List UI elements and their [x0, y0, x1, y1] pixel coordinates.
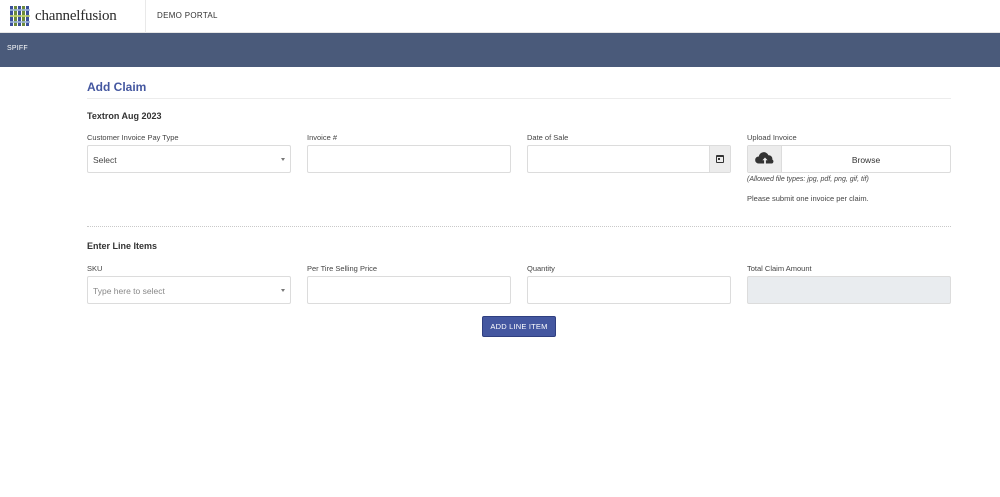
quantity-input[interactable]	[527, 276, 731, 304]
title-divider	[87, 98, 951, 99]
brand-logo-icon	[9, 5, 31, 27]
page-title: Add Claim	[87, 80, 147, 94]
allowed-file-types: (Allowed file types: jpg, pdf, png, gif,…	[747, 176, 869, 183]
total-claim-label: Total Claim Amount	[747, 264, 812, 273]
chevron-down-icon	[281, 289, 285, 292]
total-claim-field	[747, 276, 951, 304]
cloud-upload-icon	[755, 152, 774, 164]
nav-item-spiff[interactable]: SPIFF	[7, 45, 28, 52]
header-divider	[145, 0, 146, 33]
pay-type-select[interactable]: Select	[87, 145, 291, 173]
sku-placeholder: Type here to select	[93, 286, 165, 296]
upload-invoice-control[interactable]: Browse	[747, 145, 951, 173]
portal-label: DEMO PORTAL	[157, 11, 218, 20]
sku-label: SKU	[87, 264, 103, 273]
program-title: Textron Aug 2023	[87, 111, 162, 121]
pay-type-value: Select	[93, 155, 117, 165]
selling-price-label: Per Tire Selling Price	[307, 264, 378, 273]
invoice-number-input[interactable]	[307, 145, 511, 173]
date-of-sale-label: Date of Sale	[527, 133, 569, 142]
calendar-icon	[716, 155, 724, 163]
top-header: channelfusion DEMO PORTAL	[0, 0, 1000, 33]
date-of-sale-input[interactable]	[527, 145, 731, 173]
add-line-item-button[interactable]: ADD LINE ITEM	[482, 316, 556, 337]
date-picker-button[interactable]	[709, 146, 730, 172]
brand-logo[interactable]: channelfusion	[9, 5, 117, 27]
quantity-label: Quantity	[527, 264, 555, 273]
browse-button[interactable]: Browse	[782, 155, 950, 165]
pay-type-label: Customer Invoice Pay Type	[87, 133, 179, 142]
upload-icon-button[interactable]	[748, 146, 782, 172]
invoice-number-label: Invoice #	[307, 133, 338, 142]
section-divider	[87, 226, 951, 227]
upload-note: Please submit one invoice per claim.	[747, 194, 869, 203]
chevron-down-icon	[281, 158, 285, 161]
main-nav: SPIFF	[0, 33, 1000, 67]
brand-name: channelfusion	[35, 7, 117, 24]
selling-price-input[interactable]	[307, 276, 511, 304]
sku-select[interactable]: Type here to select	[87, 276, 291, 304]
upload-invoice-label: Upload Invoice	[747, 133, 797, 142]
line-items-title: Enter Line Items	[87, 241, 158, 251]
